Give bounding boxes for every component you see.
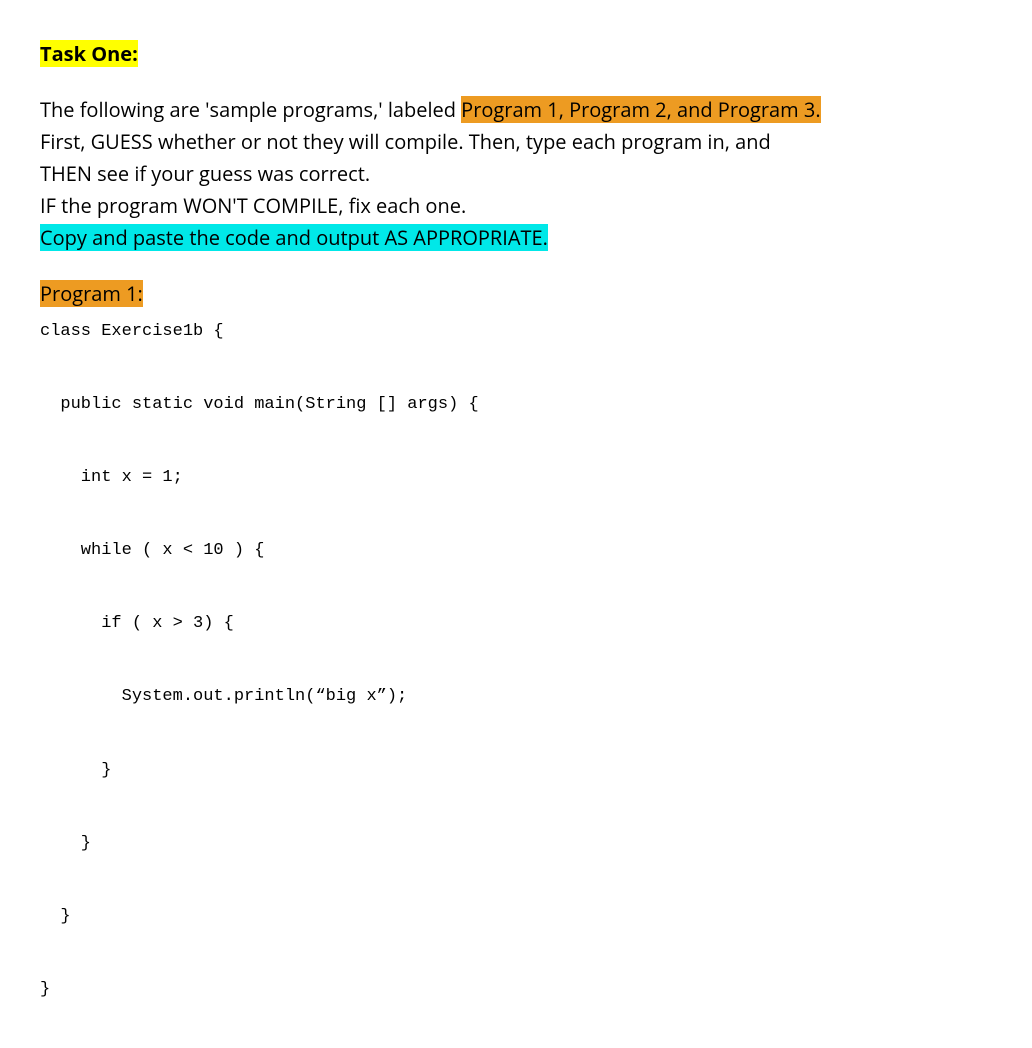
program-1-label: Program 1: [40,280,992,308]
intro-line-1: The following are 'sample programs,' lab… [40,96,992,124]
intro-line-5: Copy and paste the code and output AS AP… [40,224,992,252]
intro-line-2: First, GUESS whether or not they will co… [40,128,992,156]
intro-line-4: IF the program WON'T COMPILE, fix each o… [40,192,992,220]
intro-line-1-highlight: Program 1, Program 2, and Program 3. [461,96,820,123]
intro-line-1-pre: The following are 'sample programs,' lab… [40,96,461,123]
intro-line-3: THEN see if your guess was correct. [40,160,992,188]
task-heading: Task One: [40,40,992,68]
program-1-code: class Exercise1b { public static void ma… [40,314,992,1008]
task-heading-text: Task One: [40,40,138,67]
program-1-label-text: Program 1: [40,280,143,307]
intro-line-5-highlight: Copy and paste the code and output AS AP… [40,224,548,251]
